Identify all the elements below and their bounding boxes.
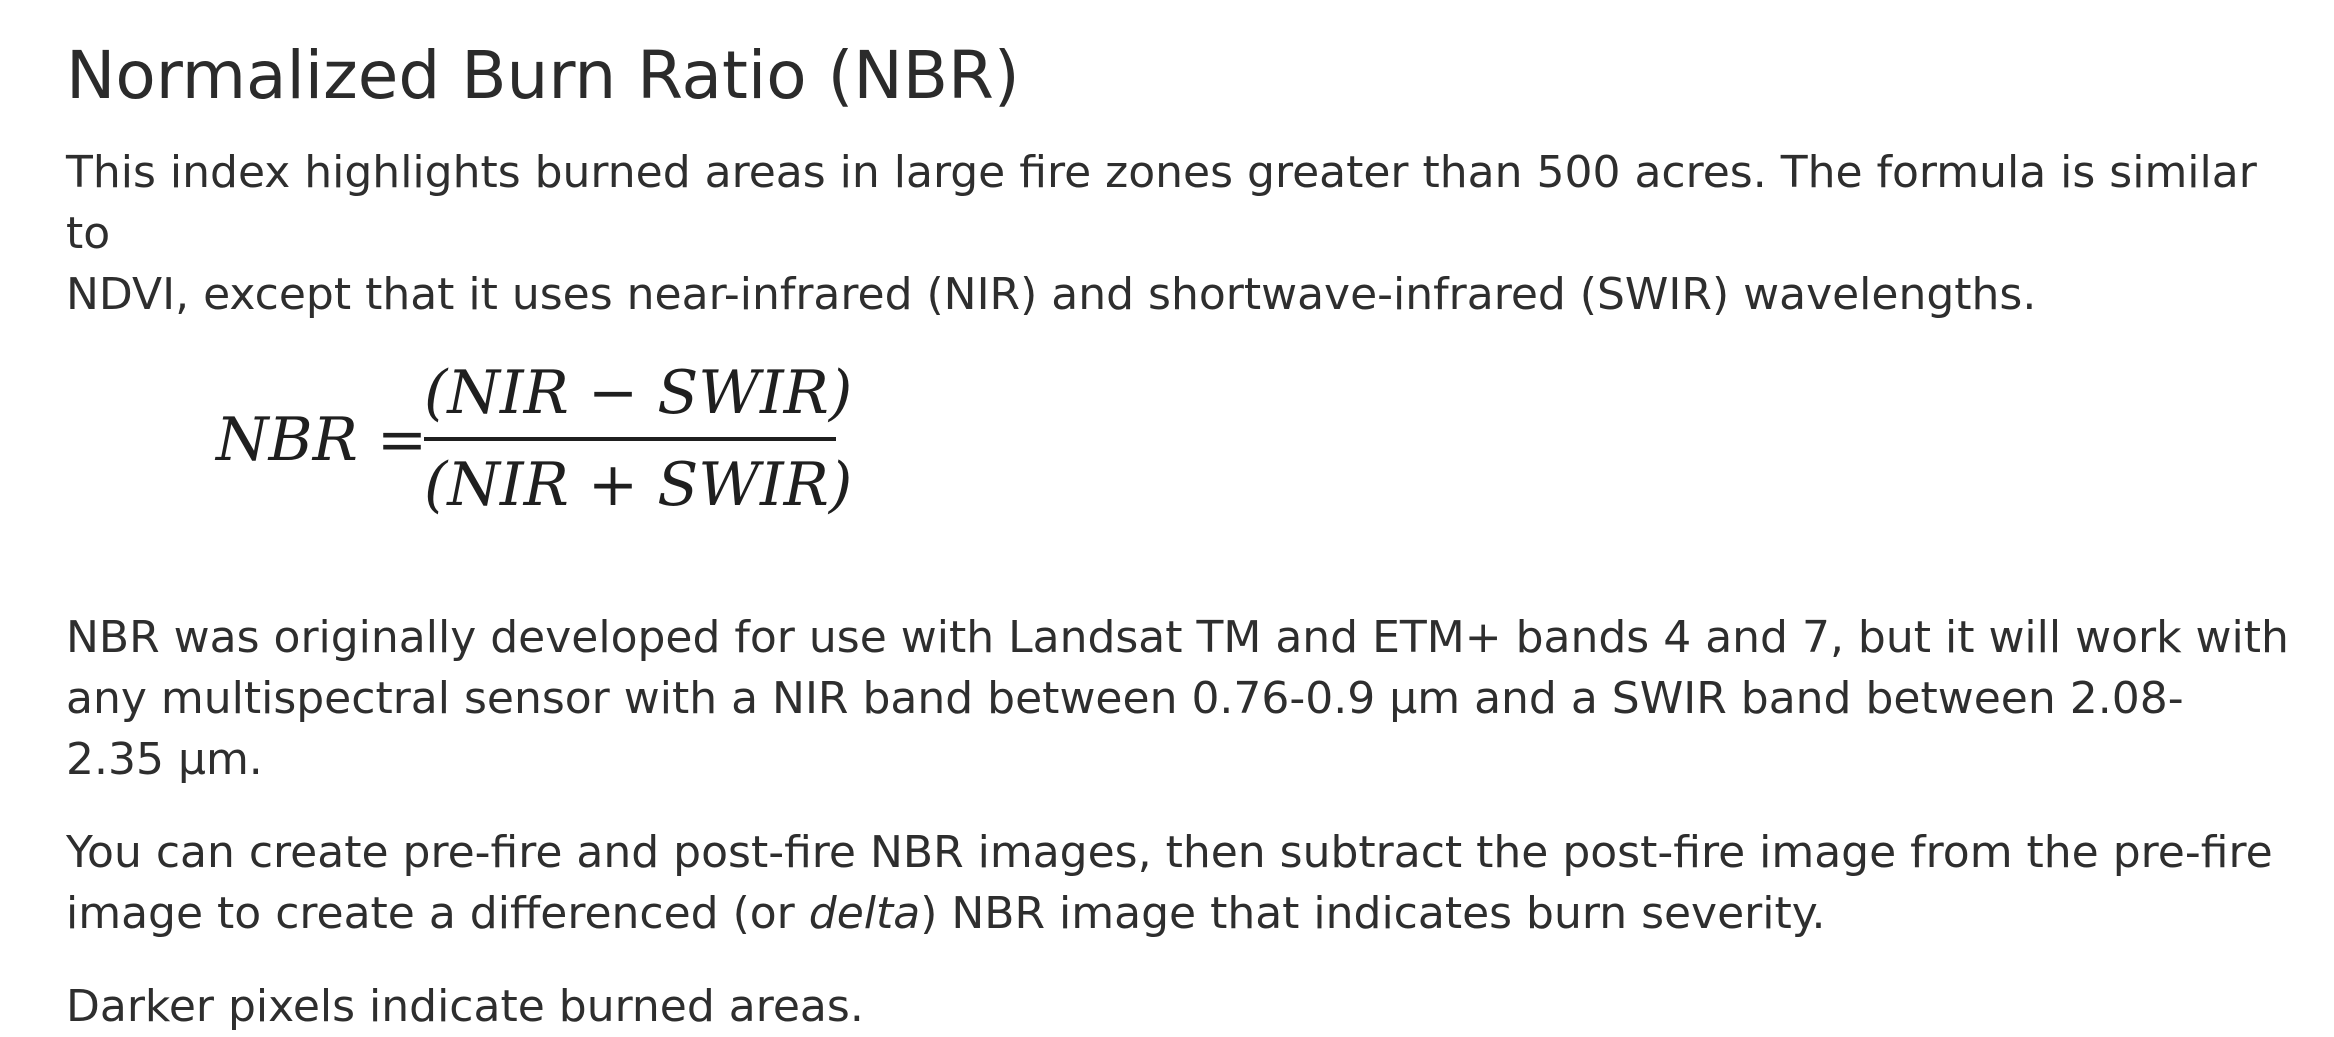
formula-fraction: (NIR − SWIR) (NIR + SWIR): [424, 358, 853, 520]
page-title: Normalized Burn Ratio (NBR): [66, 37, 1020, 114]
delta-emphasis: delta: [808, 888, 921, 939]
delta-line-2-after: ) NBR image that indicates burn severity…: [920, 888, 1826, 939]
darker-paragraph: Darker pixels indicate burned areas.: [66, 981, 864, 1032]
sensor-paragraph: NBR was originally developed for use wit…: [66, 607, 2306, 790]
intro-line-1: This index highlights burned areas in la…: [66, 147, 2257, 259]
formula-numerator: (NIR − SWIR): [424, 358, 853, 428]
sensor-line-1: NBR was originally developed for use wit…: [66, 612, 2289, 663]
intro-line-2: NDVI, except that it uses near-infrared …: [66, 269, 2037, 320]
sensor-line-3: 2.35 µm.: [66, 734, 263, 785]
nbr-formula: NBR = (NIR − SWIR) (NIR + SWIR): [216, 359, 856, 519]
fraction-bar: [424, 437, 836, 441]
delta-paragraph: You can create pre-fire and post-fire NB…: [66, 822, 2306, 944]
delta-line-1: You can create pre-fire and post-fire NB…: [66, 827, 2273, 878]
formula-denominator: (NIR + SWIR): [424, 450, 853, 520]
sensor-line-2: any multispectral sensor with a NIR band…: [66, 673, 2184, 724]
formula-lhs: NBR =: [216, 405, 428, 475]
delta-line-2-before: image to create a differenced (or: [66, 888, 809, 939]
article-body: Normalized Burn Ratio (NBR) This index h…: [66, 34, 2306, 1037]
intro-paragraph: This index highlights burned areas in la…: [66, 142, 2306, 325]
